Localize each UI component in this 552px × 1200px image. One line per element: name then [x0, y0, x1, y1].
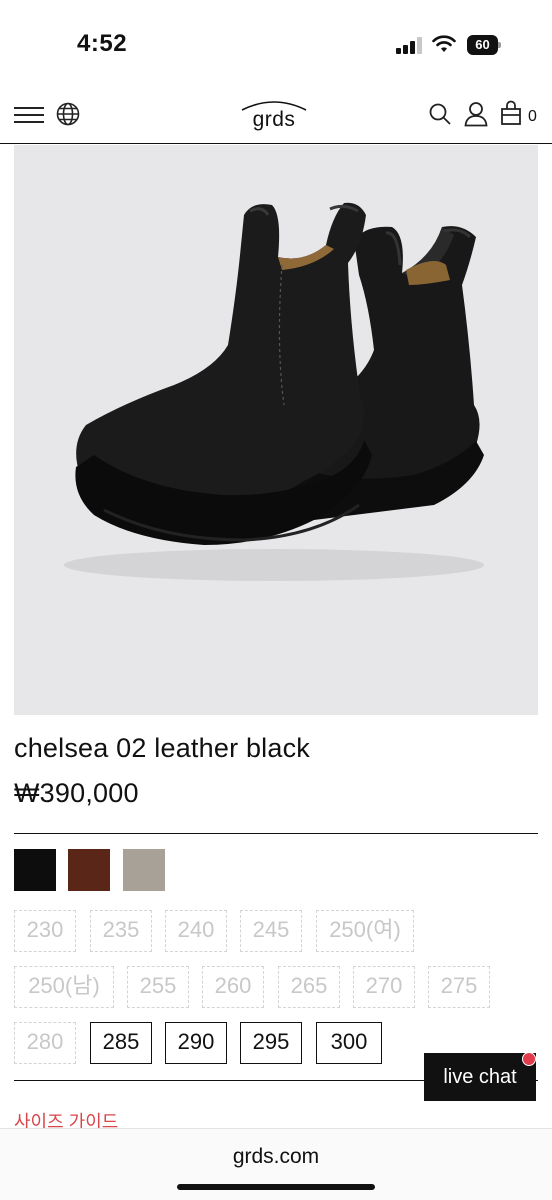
size-option[interactable]: 255 [127, 966, 189, 1008]
site-header: grds 0 [0, 88, 552, 144]
globe-icon[interactable] [56, 102, 80, 126]
boots-illustration [64, 202, 484, 581]
user-icon[interactable] [464, 101, 488, 127]
size-option[interactable]: 275 [428, 966, 490, 1008]
size-option[interactable]: 260 [202, 966, 264, 1008]
product-name: chelsea 02 leather black [14, 733, 310, 763]
status-time: 4:52 [77, 30, 128, 57]
size-option[interactable]: 270 [353, 966, 415, 1008]
notification-dot [522, 1052, 536, 1066]
size-option[interactable]: 250(여) [316, 910, 414, 952]
hamburger-menu-icon[interactable] [14, 105, 44, 125]
product-image[interactable] [14, 145, 538, 715]
url-text[interactable]: grds.com [0, 1145, 552, 1169]
color-swatch-black[interactable] [14, 849, 56, 891]
size-option[interactable]: 280 [14, 1022, 76, 1064]
size-option[interactable]: 295 [240, 1022, 302, 1064]
size-option[interactable]: 300 [316, 1022, 382, 1064]
logo-text: grds [252, 108, 296, 131]
color-swatch-brown[interactable] [68, 849, 110, 891]
size-option[interactable]: 235 [90, 910, 152, 952]
product-price: ₩390,000 [14, 778, 139, 808]
divider [14, 833, 538, 834]
status-bar: 4:52 60 [0, 0, 552, 88]
size-option[interactable]: 265 [278, 966, 340, 1008]
search-icon[interactable] [428, 102, 452, 126]
cellular-signal-icon [396, 36, 424, 54]
live-chat-button[interactable]: live chat [424, 1053, 536, 1101]
wifi-icon [432, 35, 456, 52]
site-logo[interactable]: grds [236, 96, 312, 136]
size-option[interactable]: 285 [90, 1022, 152, 1064]
browser-address-bar: grds.com [0, 1128, 552, 1200]
size-option[interactable]: 230 [14, 910, 76, 952]
home-indicator[interactable] [177, 1184, 375, 1190]
size-option[interactable]: 250(남) [14, 966, 114, 1008]
cart-count: 0 [528, 108, 537, 125]
size-option[interactable]: 245 [240, 910, 302, 952]
size-option[interactable]: 240 [165, 910, 227, 952]
cart-icon[interactable] [500, 100, 522, 126]
size-option[interactable]: 290 [165, 1022, 227, 1064]
battery-level: 60 [467, 35, 498, 55]
color-swatch-grey[interactable] [123, 849, 165, 891]
battery-icon: 60 [467, 35, 501, 55]
